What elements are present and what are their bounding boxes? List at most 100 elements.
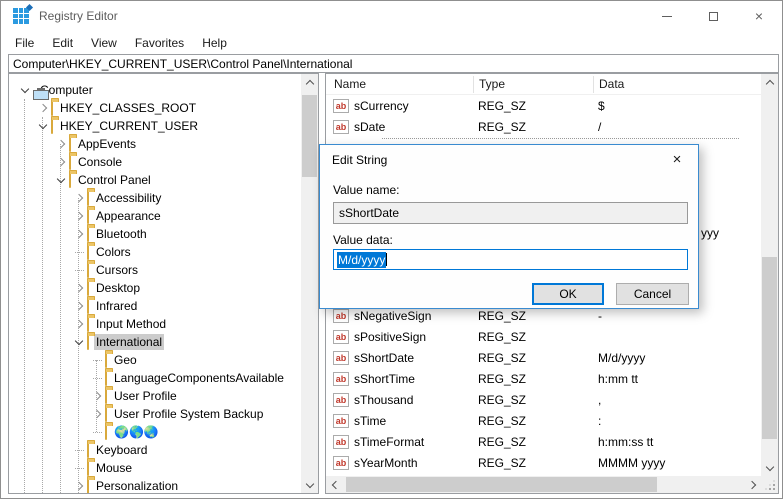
list-vertical-scrollbar[interactable] [761,74,778,476]
tree-item-keyboard[interactable]: Keyboard [9,441,301,459]
tree-item-bluetooth[interactable]: Bluetooth [9,225,301,243]
tree-item-accessibility[interactable]: Accessibility [9,189,301,207]
tree-item-control-panel[interactable]: Control Panel [9,171,301,189]
tree-item-geo[interactable]: Geo [9,351,301,369]
tree-item-cursors[interactable]: Cursors [9,261,301,279]
chevron-right-icon[interactable] [71,316,87,332]
scroll-down-button[interactable] [761,459,778,476]
tree-item-colors[interactable]: Colors [9,243,301,261]
folder-icon [51,118,53,134]
tree-item-hkey-classes-root[interactable]: HKEY_CLASSES_ROOT [9,99,301,117]
ok-button[interactable]: OK [532,283,604,305]
string-value-icon: ab [333,435,349,449]
string-value-icon: ab [333,99,349,113]
tree-item-input-method[interactable]: Input Method [9,315,301,333]
menu-view[interactable]: View [82,33,126,53]
chevron-right-icon[interactable] [89,406,105,422]
tree-item-label: Personalization [96,479,179,493]
chevron-right-icon[interactable] [53,154,69,170]
close-icon: × [754,8,764,24]
list-scrollbar-thumb[interactable] [762,257,777,439]
chevron-right-icon[interactable] [71,280,87,296]
list-horizontal-scrollbar[interactable] [326,476,761,493]
scroll-down-button[interactable] [301,476,318,493]
chevron-right-icon[interactable] [53,136,69,152]
tree-item-label: Mouse [96,461,133,475]
registry-value-row-sdate[interactable]: ab sDate REG_SZ / [326,117,761,138]
menu-help[interactable]: Help [193,33,236,53]
tree-item-personalization[interactable]: Personalization [9,477,301,493]
chevron-down-icon[interactable] [53,172,69,188]
address-bar[interactable]: Computer\HKEY_CURRENT_USER\Control Panel… [8,54,779,73]
chevron-down-icon[interactable] [35,118,51,134]
value-data-input[interactable]: M/d/yyyy [333,249,688,270]
value-type: REG_SZ [478,351,527,365]
chevron-right-icon[interactable] [71,208,87,224]
resize-grip-icon[interactable] [773,488,775,490]
registry-value-row-stimeformat[interactable]: ab sTimeFormat REG_SZ h:mm:ss tt [326,432,761,453]
tree-item-languagecomponentsavailable[interactable]: LanguageComponentsAvailable [9,369,301,387]
scroll-right-button[interactable] [744,476,761,493]
value-type: REG_SZ [478,393,527,407]
dialog-close-button[interactable]: × [657,146,697,173]
tree-item-label: 🌍🌎🌏 [114,425,159,439]
tree-item-appearance[interactable]: Appearance [9,207,301,225]
tree-item-mouse[interactable]: Mouse [9,459,301,477]
tree-item-user-profile-system-backup[interactable]: User Profile System Backup [9,405,301,423]
column-header-name[interactable]: Name [334,77,366,91]
chevron-down-icon [305,479,314,488]
scroll-up-button[interactable] [761,74,778,91]
tree-item-label: HKEY_CLASSES_ROOT [60,101,197,115]
registry-value-row-sshortdate[interactable]: ab sShortDate REG_SZ M/d/yyyy [326,348,761,369]
maximize-button[interactable] [690,1,736,31]
horizontal-scrollbar-thumb[interactable] [346,477,657,492]
registry-value-row-syearmonth[interactable]: ab sYearMonth REG_SZ MMMM yyyy [326,453,761,474]
folder-icon [105,406,107,422]
tree-item-infrared[interactable]: Infrared [9,297,301,315]
tree-item-international[interactable]: International [9,333,301,351]
chevron-down-icon[interactable] [17,82,33,98]
chevron-right-icon[interactable] [71,298,87,314]
column-separator[interactable] [593,76,594,93]
registry-value-row-sshorttime[interactable]: ab sShortTime REG_SZ h:mm tt [326,369,761,390]
cancel-button[interactable]: Cancel [616,283,689,305]
chevron-right-icon[interactable] [71,190,87,206]
value-data: MMMM yyyy [598,456,666,470]
tree-item-console[interactable]: Console [9,153,301,171]
tree-item-label: User Profile System Backup [114,407,264,421]
folder-icon [105,424,107,440]
menu-favorites[interactable]: Favorites [126,33,193,53]
registry-value-row-snegativesign[interactable]: ab sNegativeSign REG_SZ - [326,306,761,327]
tree-item-label: Colors [96,245,131,259]
tree-item-user-profile[interactable]: User Profile [9,387,301,405]
tree-scrollbar-thumb[interactable] [302,95,317,177]
column-header-type[interactable]: Type [479,77,505,91]
registry-value-row-scurrency[interactable]: ab sCurrency REG_SZ $ [326,96,761,117]
column-separator[interactable] [473,76,474,93]
menu-edit[interactable]: Edit [43,33,82,53]
tree-item-appevents[interactable]: AppEvents [9,135,301,153]
tree-item-hkey-current-user[interactable]: HKEY_CURRENT_USER [9,117,301,135]
tree-item-desktop[interactable]: Desktop [9,279,301,297]
column-header-data[interactable]: Data [599,77,624,91]
menu-file[interactable]: File [6,33,43,53]
tree-item-key[interactable]: 🌍🌎🌏 [9,423,301,441]
tree-item-computer[interactable]: Computer [9,81,301,100]
chevron-right-icon[interactable] [71,478,87,493]
registry-value-row-spositivesign[interactable]: ab sPositiveSign REG_SZ [326,327,761,348]
registry-value-row-stime[interactable]: ab sTime REG_SZ: [326,411,761,432]
chevron-right-icon[interactable] [71,226,87,242]
value-name: sTimeFormat [354,435,425,449]
chevron-right-icon[interactable] [35,100,51,116]
chevron-up-icon [305,79,314,89]
minimize-button[interactable] [644,1,690,31]
scroll-left-button[interactable] [326,476,343,493]
list-header: Name Type Data [326,74,761,95]
close-button[interactable]: × [736,1,782,31]
chevron-right-icon[interactable] [89,388,105,404]
chevron-down-icon[interactable] [71,334,87,350]
tree-vertical-scrollbar[interactable] [301,74,318,493]
scroll-up-button[interactable] [301,74,318,91]
string-value-icon: ab [333,372,349,386]
registry-value-row-sthousand[interactable]: ab sThousand REG_SZ, [326,390,761,411]
